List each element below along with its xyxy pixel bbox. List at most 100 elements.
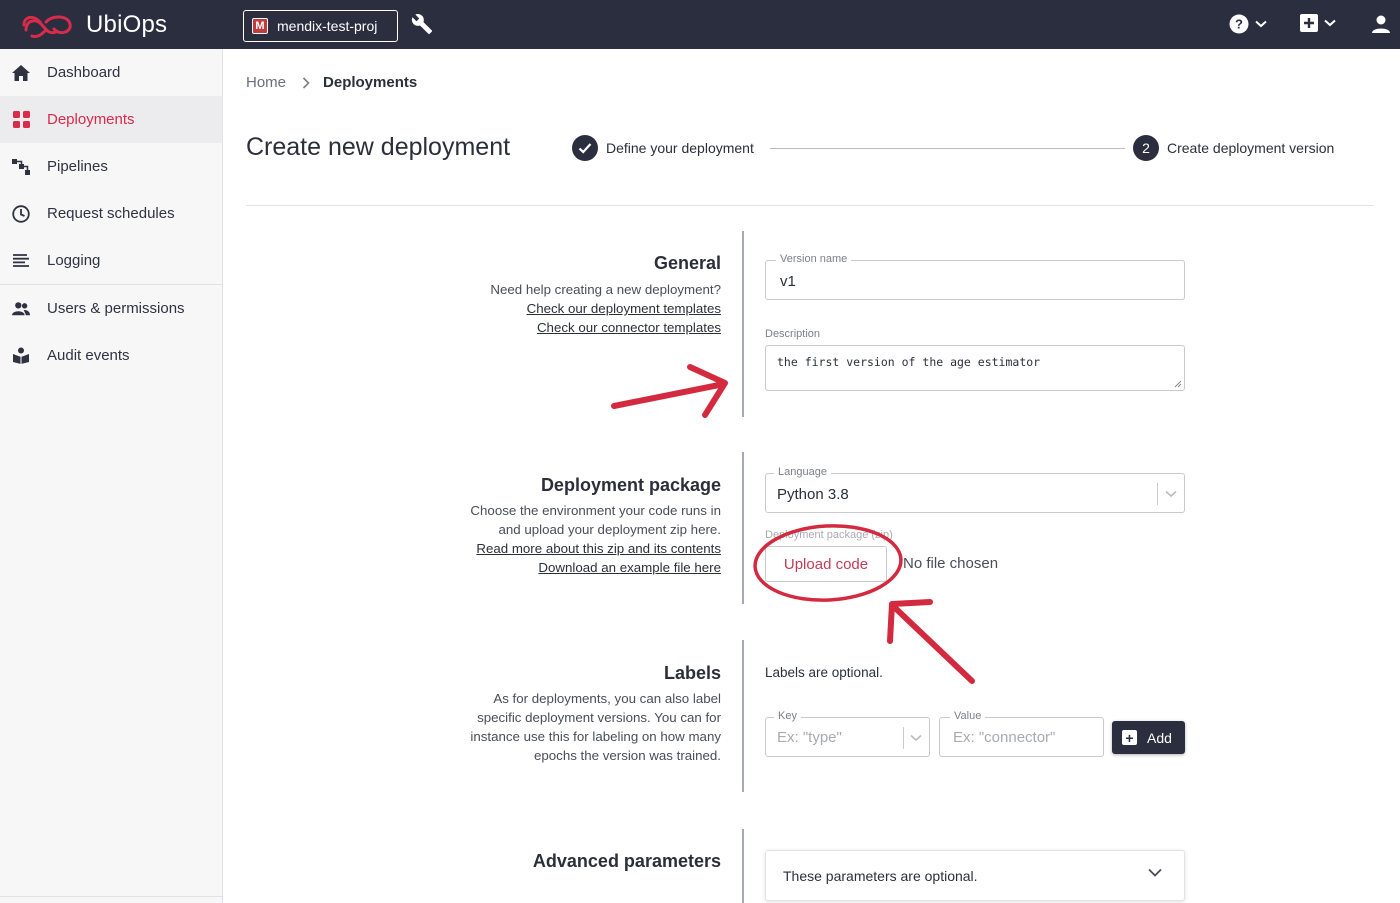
labels-desc-line2: specific deployment versions. You can fo… <box>477 710 721 725</box>
sidebar-item-label: Logging <box>47 252 101 269</box>
labels-desc-line4: epochs the version was trained. <box>533 748 721 763</box>
step2-label: Create deployment version <box>1167 140 1335 156</box>
package-desc-line1: Choose the environment your code runs in <box>470 503 721 518</box>
user-menu[interactable] <box>1371 14 1391 34</box>
advanced-parameters-toggle[interactable]: These parameters are optional. <box>765 850 1185 901</box>
ubiops-logo[interactable]: UbiOps <box>22 8 167 42</box>
package-desc-line2: and upload your deployment zip here. <box>498 522 721 537</box>
label-key-label: Key <box>774 710 801 722</box>
version-name-value: v1 <box>780 273 796 290</box>
select-divider <box>903 727 904 749</box>
plus-square-icon: + <box>1122 730 1137 745</box>
select-divider <box>1157 483 1158 505</box>
sidebar-divider <box>0 896 222 897</box>
pipelines-icon <box>12 158 30 176</box>
package-description: Choose the environment your code runs in… <box>470 501 721 577</box>
language-label: Language <box>774 466 831 478</box>
step1-label: Define your deployment <box>606 140 754 156</box>
header-divider <box>246 205 1374 206</box>
sidebar-item-pipelines[interactable]: Pipelines <box>0 143 222 190</box>
clock-icon <box>12 204 30 223</box>
description-value: the first version of the age estimator <box>777 355 1041 369</box>
breadcrumb-current: Deployments <box>323 74 418 91</box>
sidebar-item-logging[interactable]: Logging <box>0 237 222 284</box>
sidebar-item-label: Dashboard <box>47 64 121 81</box>
package-label: Deployment package (zip) <box>761 529 897 541</box>
page-title: Create new deployment <box>246 133 511 161</box>
description-label: Description <box>761 328 825 340</box>
breadcrumb-home[interactable]: Home <box>246 74 286 91</box>
labels-optional-text: Labels are optional. <box>765 665 883 680</box>
example-file-link[interactable]: Download an example file here <box>470 558 721 577</box>
description-textarea[interactable]: the first version of the age estimator <box>765 345 1185 391</box>
section-divider <box>742 640 744 792</box>
sidebar-item-users-permissions[interactable]: Users & permissions <box>0 285 222 332</box>
sidebar-item-label: Deployments <box>47 111 135 128</box>
project-badge: M <box>252 18 268 34</box>
sidebar-item-audit-events[interactable]: Audit events <box>0 332 222 379</box>
sidebar-item-dashboard[interactable]: Dashboard <box>0 49 222 96</box>
chevron-down-icon <box>1148 868 1162 877</box>
advanced-title: Advanced parameters <box>532 851 721 871</box>
users-icon <box>12 300 30 318</box>
chevron-down-icon <box>910 734 922 742</box>
sidebar-item-request-schedules[interactable]: Request schedules <box>0 190 222 237</box>
deployment-templates-link[interactable]: Check our deployment templates <box>490 299 721 318</box>
label-key-select[interactable]: Ex: "type" <box>765 717 930 757</box>
home-icon <box>12 64 30 82</box>
language-select[interactable]: Python 3.8 <box>765 473 1185 513</box>
label-value-label: Value <box>950 710 986 722</box>
help-menu[interactable]: ? <box>1229 14 1267 34</box>
step-complete-icon <box>572 135 598 161</box>
list-icon <box>12 252 30 270</box>
project-name: mendix-test-proj <box>277 18 378 34</box>
upload-code-button[interactable]: Upload code <box>765 546 887 582</box>
sidebar-item-label: Pipelines <box>47 158 108 175</box>
step2-number: 2 <box>1133 135 1159 161</box>
ubiops-logo-icon <box>22 15 72 38</box>
label-key-placeholder: Ex: "type" <box>777 729 842 746</box>
version-name-label: Version name <box>776 253 852 265</box>
sidebar-item-label: Request schedules <box>47 205 175 222</box>
no-file-chosen: No file chosen <box>903 555 999 572</box>
package-title: Deployment package <box>540 475 721 495</box>
sidebar-item-label: Audit events <box>47 347 130 364</box>
deployments-icon <box>12 111 30 129</box>
label-value-placeholder: Ex: "connector" <box>953 729 1056 746</box>
add-label-button[interactable]: + Add <box>1112 721 1185 754</box>
sidebar: Dashboard Deployments Pipelines Request … <box>0 49 223 903</box>
version-name-field[interactable]: v1 <box>765 260 1185 300</box>
help-icon: ? <box>1229 14 1249 34</box>
chevron-down-icon <box>1165 490 1177 498</box>
create-menu[interactable] <box>1300 14 1336 32</box>
general-help-text: Need help creating a new deployment? <box>490 282 721 297</box>
svg-text:?: ? <box>1235 17 1243 32</box>
plus-square-icon <box>1300 14 1318 32</box>
label-value-input[interactable]: Ex: "connector" <box>939 717 1104 757</box>
wrench-icon[interactable] <box>411 13 433 35</box>
app-name: UbiOps <box>86 11 168 38</box>
general-description: Need help creating a new deployment? Che… <box>490 280 721 337</box>
section-divider <box>742 231 744 417</box>
sidebar-item-deployments[interactable]: Deployments <box>0 96 222 143</box>
chevron-right-icon <box>302 76 310 89</box>
labels-desc-line1: As for deployments, you can also label <box>493 691 721 706</box>
language-value: Python 3.8 <box>777 486 849 503</box>
add-label-text: Add <box>1147 729 1172 746</box>
user-icon <box>1372 15 1390 33</box>
zip-info-link[interactable]: Read more about this zip and its content… <box>470 539 721 558</box>
breadcrumb: Home Deployments <box>246 74 417 91</box>
section-divider <box>742 829 744 903</box>
annotation-arrow-right <box>611 364 728 418</box>
audit-icon <box>12 347 30 365</box>
labels-title: Labels <box>663 663 721 683</box>
project-selector[interactable]: M mendix-test-proj <box>243 10 398 42</box>
labels-desc-line3: instance use this for labeling on how ma… <box>470 729 721 744</box>
stepper-line <box>770 148 1125 149</box>
connector-templates-link[interactable]: Check our connector templates <box>490 318 721 337</box>
annotation-arrow-up <box>887 599 975 684</box>
advanced-optional-text: These parameters are optional. <box>783 868 978 884</box>
top-bar: UbiOps M mendix-test-proj ? <box>0 0 1400 49</box>
chevron-down-icon <box>1255 20 1267 28</box>
resize-handle-icon[interactable] <box>1174 380 1182 388</box>
